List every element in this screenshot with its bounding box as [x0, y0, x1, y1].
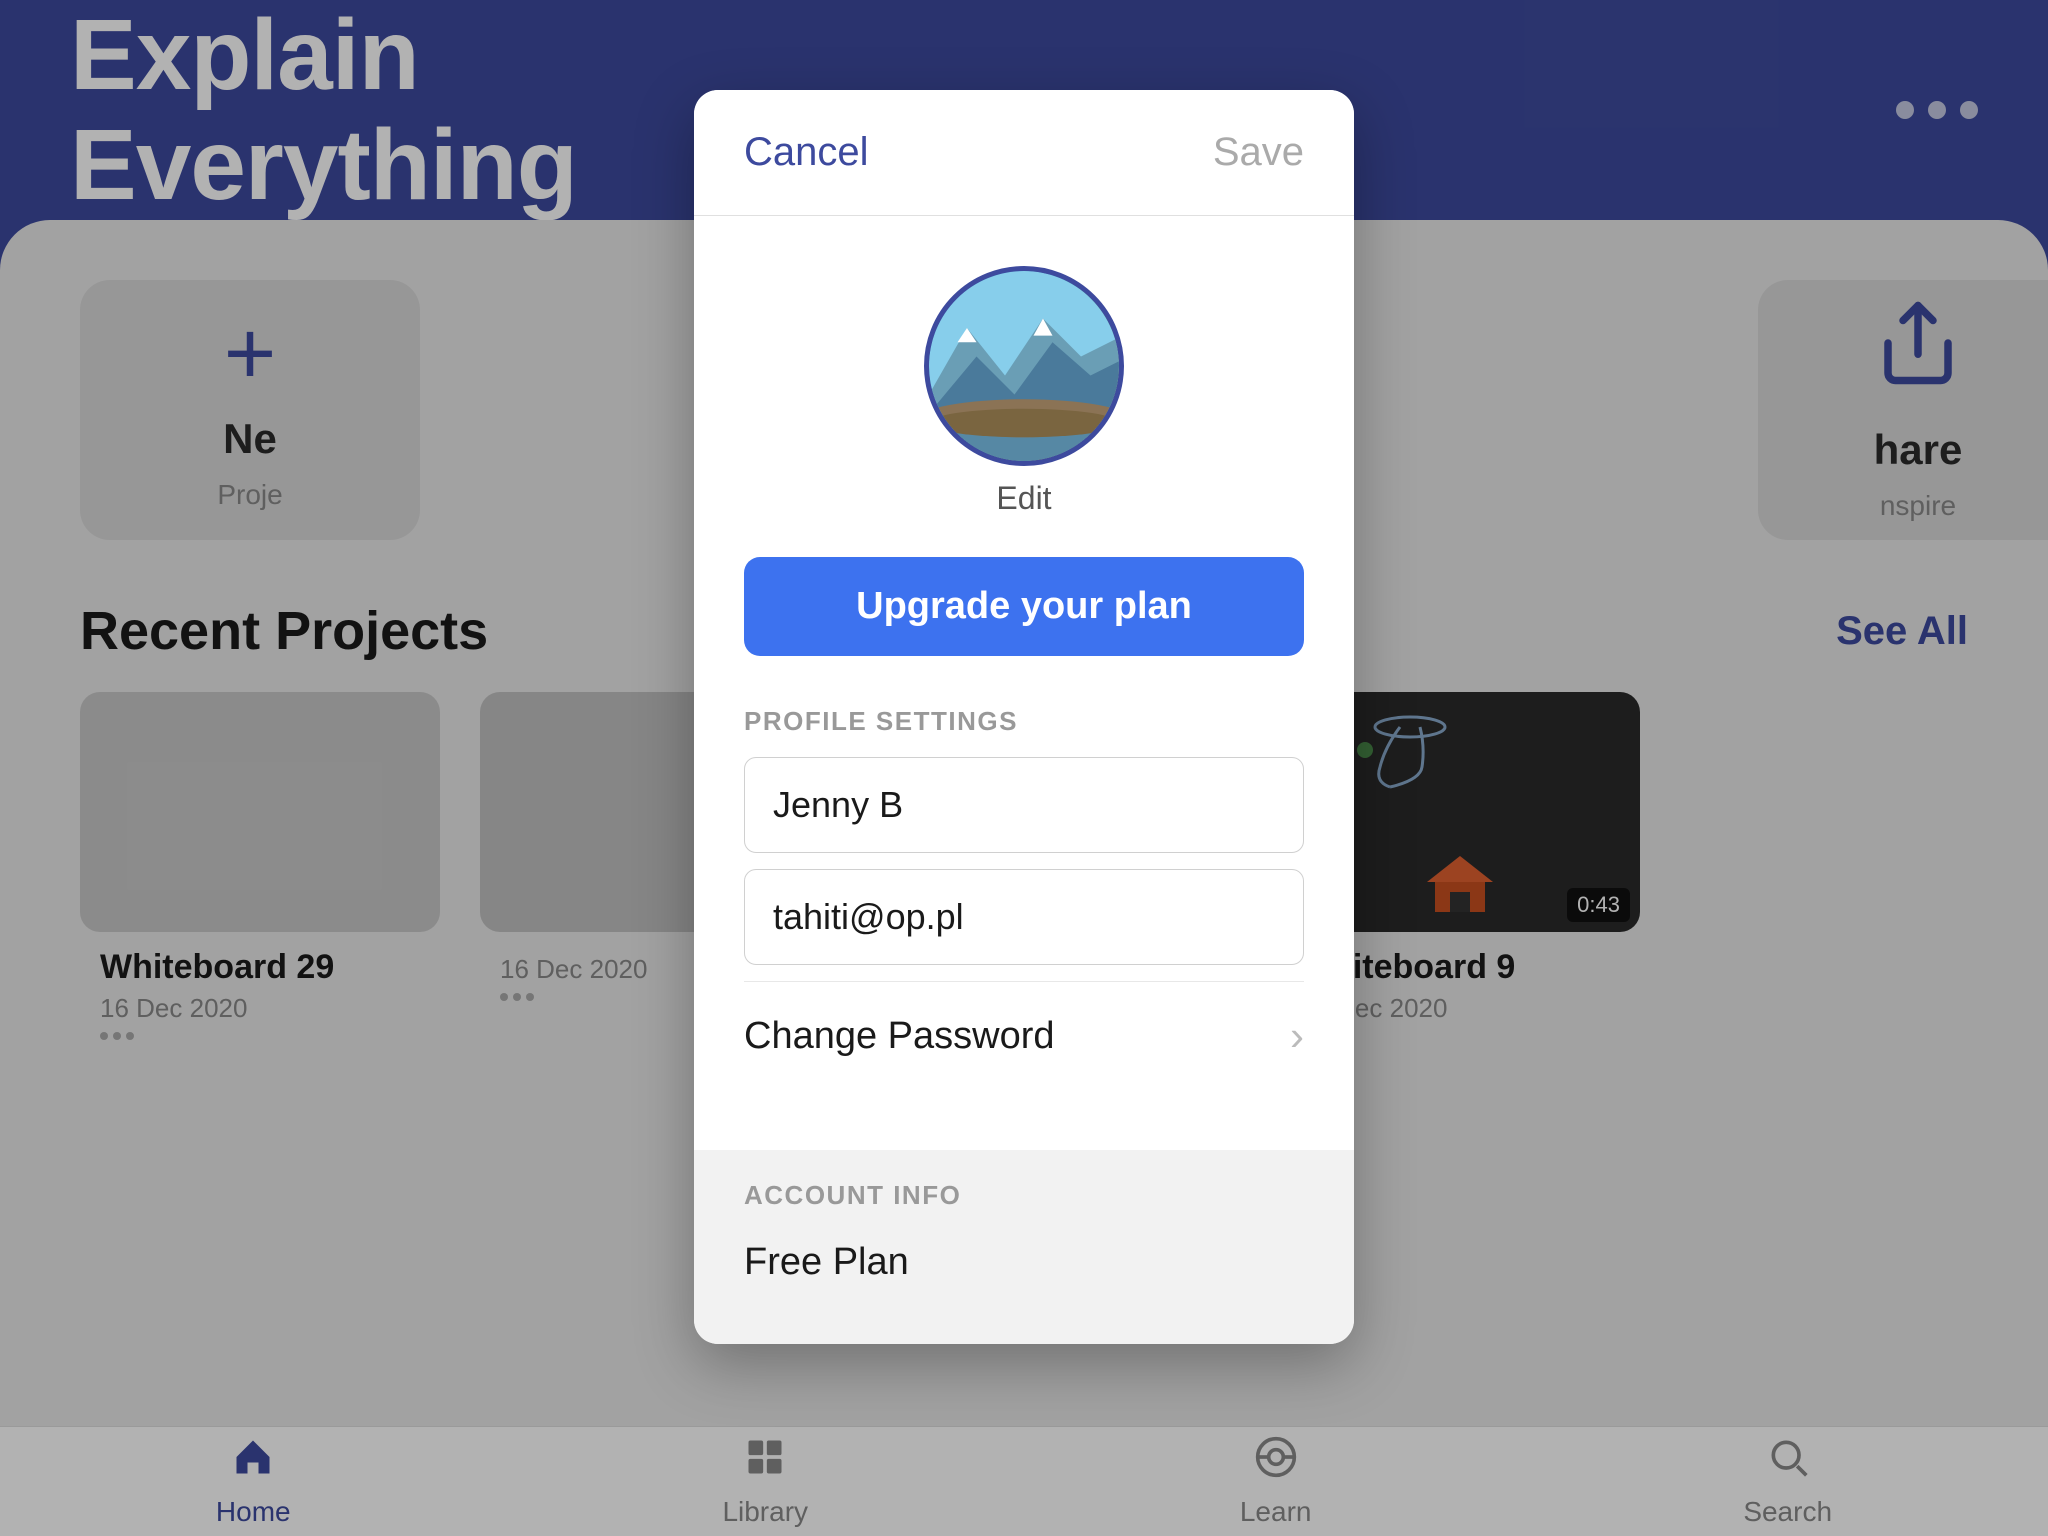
avatar[interactable]: [924, 266, 1124, 466]
avatar-container: Edit: [744, 266, 1304, 517]
email-input[interactable]: [744, 869, 1304, 965]
cancel-button[interactable]: Cancel: [744, 130, 869, 175]
save-button[interactable]: Save: [1213, 130, 1304, 175]
change-password-row[interactable]: Change Password ›: [744, 981, 1304, 1090]
account-info-label: ACCOUNT INFO: [744, 1150, 1304, 1211]
plan-label: Free Plan: [744, 1231, 1304, 1294]
modal-account-section: ACCOUNT INFO Free Plan: [694, 1150, 1354, 1344]
upgrade-button[interactable]: Upgrade your plan: [744, 557, 1304, 656]
modal-header: Cancel Save: [694, 90, 1354, 216]
chevron-right-icon: ›: [1290, 1012, 1304, 1060]
profile-settings-label: PROFILE SETTINGS: [744, 706, 1304, 737]
profile-modal: Cancel Save: [694, 90, 1354, 1344]
modal-overlay: Cancel Save: [0, 0, 2048, 1536]
avatar-edit-label: Edit: [996, 480, 1051, 517]
modal-body: Edit Upgrade your plan PROFILE SETTINGS …: [694, 216, 1354, 1150]
name-input[interactable]: [744, 757, 1304, 853]
change-password-label: Change Password: [744, 1015, 1055, 1058]
